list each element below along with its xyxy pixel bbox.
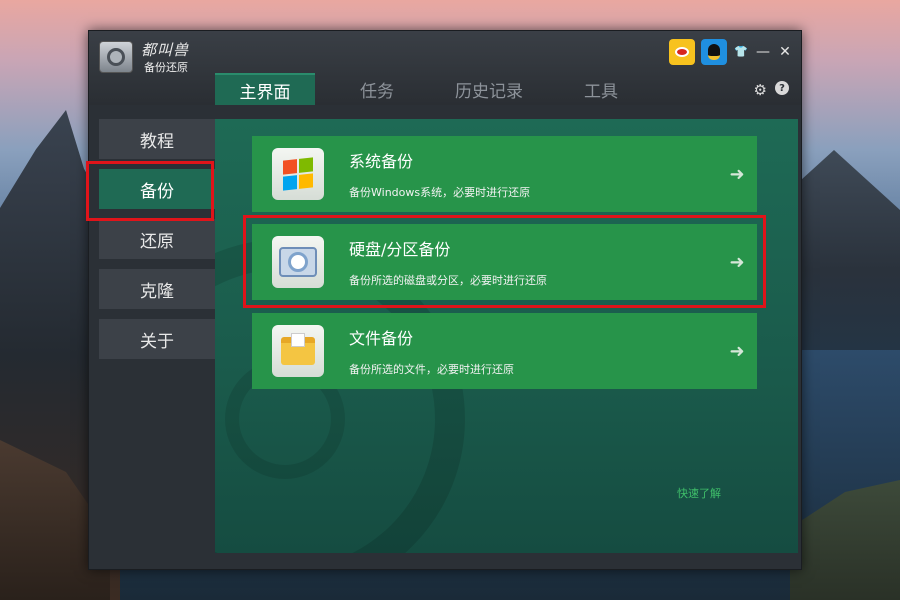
weibo-icon[interactable] [669,39,695,65]
sidebar-item-restore[interactable]: 还原 [99,219,215,259]
minimize-icon[interactable]: — [755,44,771,60]
title-bar[interactable]: 都叫兽 备份还原 👕 — ✕ 主界面 任务 历史记录 工具 ⚙ ? [89,31,801,105]
file-backup-card[interactable]: 文件备份 备份所选的文件，必要时进行还原 ➜ [252,313,757,389]
system-backup-card[interactable]: 系统备份 备份Windows系统，必要时进行还原 ➜ [252,136,757,212]
sidebar-highlight-box [86,161,214,221]
sidebar-item-about[interactable]: 关于 [99,319,215,359]
background-mountain-right [790,150,900,350]
app-window: 都叫兽 备份还原 👕 — ✕ 主界面 任务 历史记录 工具 ⚙ ? 教程 备份 … [86,30,802,570]
tab-tools[interactable]: 工具 [551,73,651,105]
card-description: 备份所选的文件，必要时进行还原 [349,363,514,376]
arrow-right-icon[interactable]: ➜ [717,164,757,185]
qq-icon[interactable] [701,39,727,65]
disk-card-highlight-box [243,215,766,308]
sidebar: 教程 备份 还原 克隆 关于 [99,119,215,369]
help-icon[interactable]: ? [775,81,789,95]
settings-icons: ⚙ ? [754,81,789,99]
background-village [790,480,900,600]
card-title: 文件备份 [349,329,414,348]
arrow-right-icon[interactable]: ➜ [717,341,757,362]
app-product-title: 备份还原 [144,61,188,74]
main-panel: 系统备份 备份Windows系统，必要时进行还原 ➜ 硬盘/分区备份 备份所选的… [215,119,798,553]
tab-history[interactable]: 历史记录 [439,73,539,105]
windows-logo-icon [272,148,324,200]
system-icons: 👕 — ✕ [669,39,793,65]
folder-icon [272,325,324,377]
app-brand-title: 都叫兽 [141,41,190,59]
quick-learn-link[interactable]: 快速了解 [677,485,721,501]
main-tabs: 主界面 任务 历史记录 工具 [215,73,663,105]
tab-tasks[interactable]: 任务 [327,73,427,105]
skin-icon[interactable]: 👕 [733,44,749,60]
close-icon[interactable]: ✕ [777,44,793,60]
sidebar-item-tutorial[interactable]: 教程 [99,119,215,159]
tab-main[interactable]: 主界面 [215,73,315,105]
gear-icon[interactable]: ⚙ [754,81,767,99]
sidebar-item-clone[interactable]: 克隆 [99,269,215,309]
safe-logo-icon [99,41,133,73]
card-title: 系统备份 [349,152,414,171]
card-description: 备份Windows系统，必要时进行还原 [349,186,531,199]
